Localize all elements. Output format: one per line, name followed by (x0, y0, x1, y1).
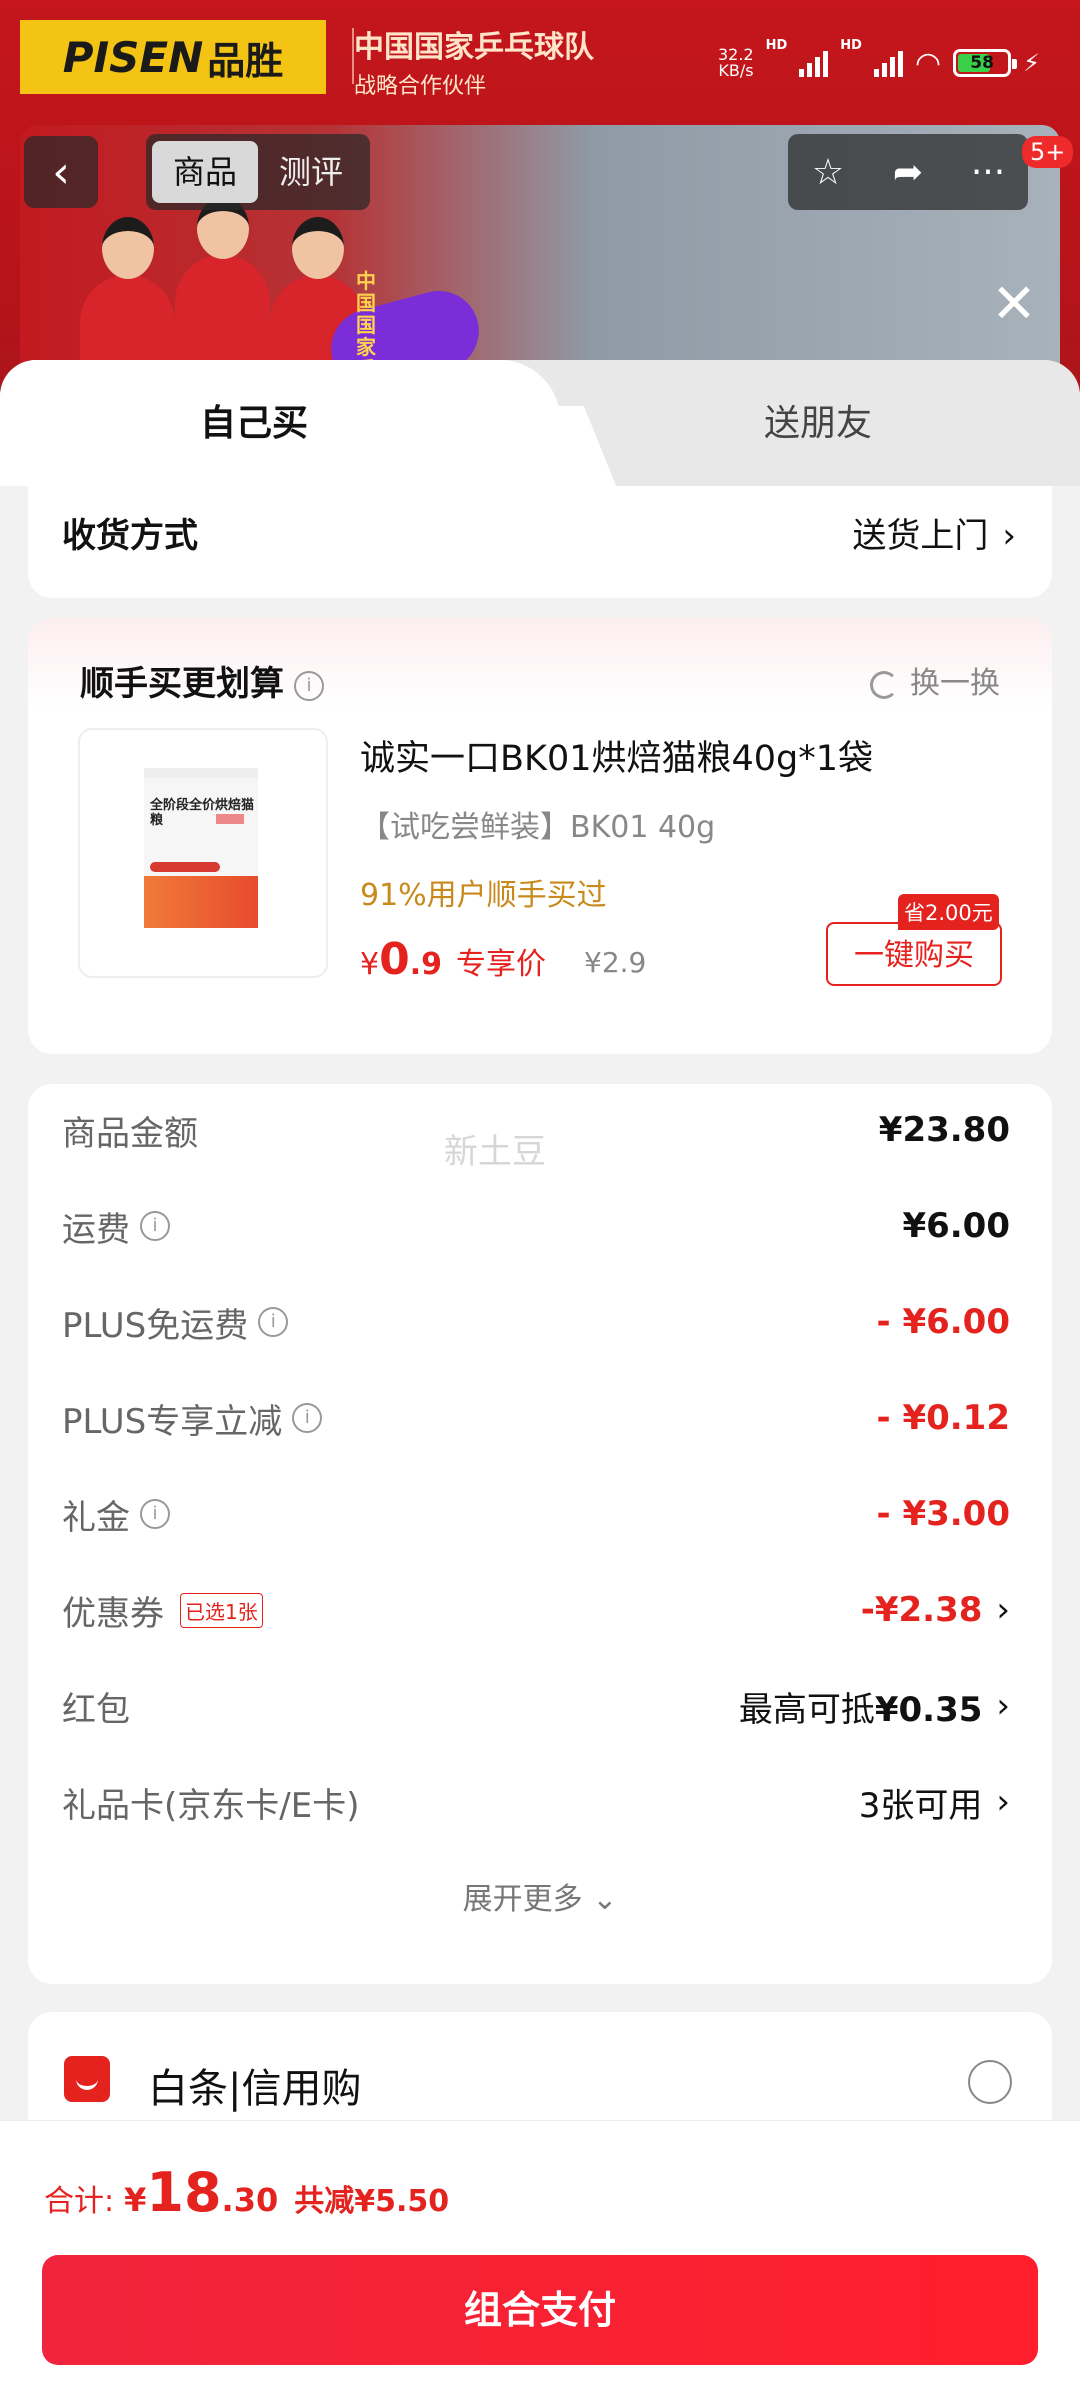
tab-gift-friend[interactable]: 送朋友 (764, 394, 872, 446)
cat-food-package: 全阶段全价烘焙猫粮 (144, 768, 258, 928)
chevron-right-icon: › (996, 1686, 1010, 1726)
brand-logo: PISEN 品胜 (20, 20, 326, 94)
star-icon[interactable]: ☆ (800, 152, 856, 193)
chevron-right-icon: › (996, 1782, 1010, 1822)
row-plus-free-shipping: PLUS免运费 i - ¥6.00 (62, 1302, 1010, 1346)
product-name[interactable]: 诚实一口BK01烘焙猫粮40g*1袋 (360, 730, 873, 781)
addon-section: 顺手买更划算 i 换一换 全阶段全价烘焙猫粮 诚实一口BK01烘焙猫粮40g*1袋… (28, 618, 1052, 1054)
row-cash-gift: 礼金 i - ¥3.00 (62, 1494, 1010, 1538)
net-speed: 32.2 KB/s (717, 45, 754, 80)
coupon-selected-chip: 已选1张 (180, 1592, 263, 1628)
back-button[interactable]: ‹ (24, 136, 98, 208)
product-price: ¥0.9 专享价 (360, 934, 546, 985)
info-icon[interactable]: i (258, 1307, 289, 1337)
expand-more-button[interactable]: 展开更多 ⌄ (28, 1874, 1052, 1918)
total-discount: 共减¥5.50 (294, 2184, 450, 2219)
row-plus-discount: PLUS专享立减 i - ¥0.12 (62, 1398, 1010, 1442)
info-icon[interactable]: i (294, 670, 324, 701)
refresh-icon (870, 670, 898, 699)
battery-icon: 58 (953, 49, 1018, 77)
share-icon[interactable]: ➦ (880, 152, 936, 193)
chevron-left-icon: ‹ (52, 146, 70, 198)
product-image[interactable]: 全阶段全价烘焙猫粮 (78, 728, 328, 978)
product-popularity: 91%用户顺手买过 (360, 878, 607, 913)
close-icon[interactable]: ✕ (984, 277, 1044, 331)
nav-actions: ☆ ➦ ··· (788, 134, 1028, 210)
row-gift-card[interactable]: 礼品卡(京东卡/E卡) 3张可用 › (62, 1772, 1010, 1832)
product-spec: 【试吃尝鲜装】BK01 40g (360, 810, 716, 845)
chevron-right-icon: › (1002, 516, 1016, 556)
order-total: 合计: ¥ 18 .30 共减¥5.50 (44, 2161, 450, 2224)
signal-icon (799, 49, 829, 77)
original-price: ¥2.9 (584, 946, 647, 979)
tab-product[interactable]: 商品 (152, 141, 258, 203)
row-shipping-fee: 运费 i ¥6.00 (62, 1206, 1010, 1250)
shipping-method-row[interactable]: 收货方式 送货上门 › (28, 486, 1052, 598)
shipping-label: 收货方式 (62, 516, 198, 556)
status-bar: 32.2 KB/s HD HD ◠ 58 ⚡ (717, 38, 1040, 81)
notification-badge: 5+ (1022, 136, 1074, 168)
row-goods-amount: 商品金额 ¥23.80 (62, 1110, 1010, 1154)
signal-icon-2 (873, 49, 903, 77)
swap-button[interactable]: 换一换 (870, 658, 1000, 702)
chevron-right-icon: › (996, 1590, 1010, 1630)
tab-review[interactable]: 测评 (258, 141, 364, 203)
checkout-sheet: 自己买 送朋友 收货方式 送货上门 › 顺手买更划算 i 换一换 全阶段全价烘焙猫粮… (0, 360, 1080, 2400)
combined-pay-button[interactable]: 组合支付 (42, 2255, 1038, 2365)
row-red-packet[interactable]: 红包 最高可抵¥0.35 › (62, 1676, 1010, 1736)
shipping-value: 送货上门 (852, 516, 989, 556)
wifi-icon: ◠ (914, 45, 942, 81)
tab-buy-for-self[interactable]: 自己买 (200, 394, 308, 446)
one-click-buy-button[interactable]: 一键购买 (826, 922, 1002, 986)
row-coupon[interactable]: 优惠券 已选1张 -¥2.38 › (62, 1580, 1010, 1640)
checkout-footer: 合计: ¥ 18 .30 共减¥5.50 组合支付 (0, 2120, 1080, 2401)
charging-icon: ⚡ (1023, 49, 1040, 77)
save-badge: 省2.00元 (898, 894, 999, 930)
info-icon[interactable]: i (140, 1499, 170, 1529)
addon-title: 顺手买更划算 i (80, 656, 324, 705)
product-banner: 中国国家乒 PISEN品胜 中国国家乒乓球队 战略合作伙伴 32.2 KB/s … (0, 0, 1080, 420)
info-icon[interactable]: i (140, 1211, 170, 1241)
price-summary: 新土豆 商品金额 ¥23.80 运费 i ¥6.00 PLUS免运费 i - ¥6.… (28, 1084, 1052, 1984)
chevron-down-icon: ⌄ (592, 1882, 618, 1917)
baitiao-icon (64, 2056, 110, 2102)
payment-label: 白条|信用购 (148, 2066, 362, 2112)
partner-text: 中国国家乒乓球队 战略合作伙伴 (354, 30, 594, 99)
payment-radio[interactable] (968, 2060, 1012, 2104)
product-tabs: 商品 测评 (146, 134, 370, 210)
purchase-mode-tabs: 自己买 送朋友 (0, 360, 1080, 486)
info-icon[interactable]: i (292, 1403, 323, 1433)
more-icon[interactable]: ··· (960, 152, 1016, 193)
